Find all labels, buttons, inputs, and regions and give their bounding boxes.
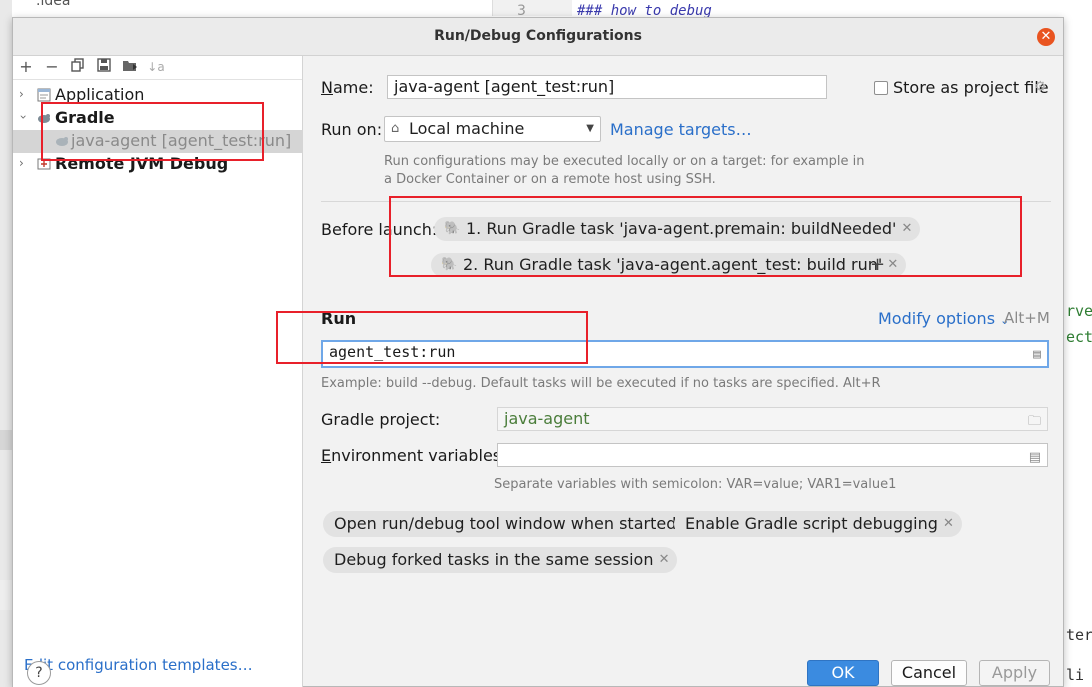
background-code-fragment: ter bbox=[1066, 626, 1092, 644]
home-icon: ⌂ bbox=[391, 121, 400, 136]
environment-variables-field[interactable]: ▤ bbox=[497, 443, 1048, 467]
close-icon[interactable]: ✕ bbox=[943, 511, 954, 537]
chevron-down-icon[interactable]: › bbox=[16, 115, 30, 120]
gear-icon[interactable]: ⚙ bbox=[1034, 79, 1047, 95]
dialog-title: Run/Debug Configurations bbox=[434, 28, 642, 44]
background-panel-header bbox=[0, 580, 12, 610]
name-field[interactable]: java-agent [agent_test:run] bbox=[387, 75, 827, 99]
option-chip[interactable]: Debug forked tasks in the same session ✕ bbox=[323, 547, 678, 573]
chevron-right-icon[interactable]: › bbox=[19, 87, 24, 101]
run-on-hint: a Docker Container or on a remote host u… bbox=[384, 172, 716, 187]
chevron-down-icon: ▼ bbox=[586, 123, 594, 134]
background-left-strip bbox=[0, 0, 12, 687]
close-icon[interactable]: ✕ bbox=[659, 547, 670, 573]
modify-options-shortcut: Alt+M bbox=[1004, 309, 1050, 327]
tree-toolbar: + − ↓a bbox=[13, 56, 302, 80]
background-panel-header bbox=[0, 430, 12, 450]
option-chip-label: Open run/debug tool window when started bbox=[334, 514, 677, 533]
ok-button[interactable]: OK bbox=[807, 660, 879, 686]
run-on-hint: Run configurations may be executed local… bbox=[384, 154, 865, 169]
manage-targets-link[interactable]: Manage targets… bbox=[610, 120, 752, 139]
copy-icon[interactable] bbox=[69, 58, 87, 76]
add-icon[interactable]: + bbox=[17, 58, 35, 76]
background-right-strip: rve ect ter li bbox=[1064, 16, 1092, 687]
annotation-box bbox=[389, 196, 1022, 277]
annotation-box bbox=[41, 102, 264, 161]
store-as-project-file-checkbox[interactable] bbox=[874, 81, 888, 95]
expand-field-icon[interactable]: ▤ bbox=[1033, 345, 1041, 365]
option-chip[interactable]: Open run/debug tool window when started … bbox=[323, 511, 701, 537]
run-on-value: Local machine bbox=[409, 119, 525, 138]
background-code-fragment: ect bbox=[1066, 328, 1092, 346]
background-gutter bbox=[492, 0, 572, 16]
apply-button[interactable]: Apply bbox=[979, 660, 1050, 686]
dialog-titlebar: Run/Debug Configurations ✕ bbox=[13, 18, 1063, 56]
environment-variables-label: Environment variables: bbox=[321, 446, 507, 465]
cancel-button[interactable]: Cancel bbox=[891, 660, 967, 686]
background-editor-strip: .idea 3 ### how to debug bbox=[12, 0, 1072, 19]
chevron-right-icon[interactable]: › bbox=[19, 156, 24, 170]
annotation-box bbox=[276, 311, 588, 364]
application-icon bbox=[37, 88, 51, 102]
gradle-project-value: java-agent bbox=[504, 409, 590, 428]
move-to-folder-icon[interactable] bbox=[121, 58, 139, 76]
remove-icon[interactable]: − bbox=[43, 58, 61, 76]
background-code-fragment: li bbox=[1066, 666, 1085, 684]
store-as-project-file-label: Store as project file bbox=[893, 78, 1049, 97]
run-on-select[interactable]: ⌂ Local machine ▼ bbox=[384, 116, 601, 142]
folder-icon[interactable]: 🗀 bbox=[1028, 411, 1041, 430]
option-chip[interactable]: Enable Gradle script debugging ✕ bbox=[674, 511, 962, 537]
option-chip-label: Enable Gradle script debugging bbox=[685, 514, 938, 533]
save-icon[interactable] bbox=[95, 58, 113, 76]
background-project-item: .idea bbox=[36, 0, 71, 9]
edit-configuration-templates-link[interactable]: Edit configuration templates… bbox=[24, 656, 253, 674]
expand-field-icon[interactable]: ▤ bbox=[1029, 447, 1041, 466]
gradle-project-field[interactable]: java-agent 🗀 bbox=[497, 407, 1048, 431]
run-tasks-hint: Example: build --debug. Default tasks wi… bbox=[321, 376, 881, 391]
gradle-project-label: Gradle project: bbox=[321, 410, 441, 429]
name-label: Name: bbox=[321, 78, 374, 97]
modify-options-link[interactable]: Modify options ⌄ bbox=[878, 309, 1009, 328]
sort-icon[interactable]: ↓a bbox=[147, 58, 165, 76]
close-icon[interactable]: ✕ bbox=[1037, 28, 1055, 46]
environment-variables-hint: Separate variables with semicolon: VAR=v… bbox=[494, 477, 897, 492]
help-button[interactable]: ? bbox=[27, 661, 51, 685]
background-code-fragment: rve bbox=[1066, 302, 1092, 320]
option-chip-label: Debug forked tasks in the same session bbox=[334, 550, 654, 569]
run-on-label: Run on: bbox=[321, 120, 383, 139]
modify-options-label: Modify options bbox=[878, 309, 996, 328]
